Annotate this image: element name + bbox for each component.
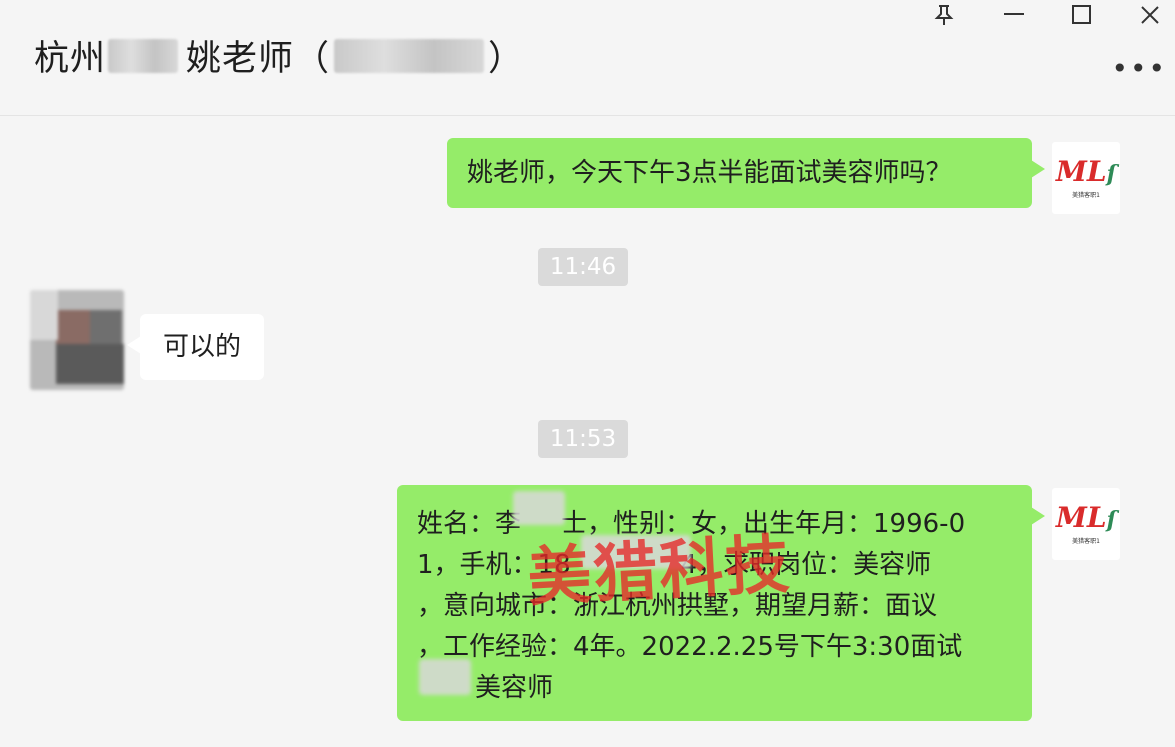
- redacted-text: [419, 659, 471, 695]
- pin-icon[interactable]: [922, 0, 966, 30]
- title-name: 姚老师（: [186, 39, 331, 79]
- logo-icon: MLſ: [1055, 154, 1117, 188]
- more-icon[interactable]: •••: [1111, 52, 1167, 85]
- chat-title: 杭州 姚老师（ ）: [34, 30, 524, 81]
- message-bubble-outgoing[interactable]: 姚老师，今天下午3点半能面试美容师吗？: [447, 138, 1045, 208]
- message-text: 可以的: [162, 331, 241, 362]
- logo-caption: 美猎客职1: [1072, 537, 1100, 545]
- message-bubble-outgoing[interactable]: 姓名：李 士，性别：女，出生年月：1996-0 1，手机：18 4，求职岗位：美容师…: [397, 485, 1045, 721]
- avatar[interactable]: [30, 290, 124, 390]
- message-bubble-incoming[interactable]: 可以的: [127, 314, 264, 380]
- redacted-text: [513, 491, 565, 525]
- chat-header: 杭州 姚老师（ ） •••: [0, 0, 1175, 116]
- avatar[interactable]: MLſ 美猎客职1: [1052, 488, 1120, 560]
- avatar[interactable]: MLſ 美猎客职1: [1052, 142, 1120, 214]
- redacted-text: [108, 38, 179, 73]
- message-line: 姓名：李 士，性别：女，出生年月：1996-0: [417, 509, 966, 539]
- minimize-icon[interactable]: [992, 0, 1036, 30]
- message-line: 1，手机：18 4，求职岗位：美容师: [417, 550, 932, 580]
- maximize-icon[interactable]: [1060, 0, 1104, 30]
- redacted-text: [334, 38, 485, 73]
- title-city: 杭州: [34, 39, 107, 79]
- close-icon[interactable]: [1128, 0, 1172, 30]
- timestamp: 11:46: [538, 248, 628, 286]
- message-line: ，意向城市：浙江杭州拱墅，期望月薪：面议: [417, 591, 938, 621]
- timestamp: 11:53: [538, 420, 628, 458]
- message-text: 姚老师，今天下午3点半能面试美容师吗？: [467, 157, 952, 188]
- logo-icon: MLſ: [1055, 500, 1117, 534]
- redacted-text: [581, 535, 691, 569]
- title-close: ）: [488, 39, 525, 79]
- message-line: 美容师: [475, 673, 554, 703]
- logo-caption: 美猎客职1: [1072, 191, 1100, 199]
- message-line: ，工作经验：4年。2022.2.25号下午3:30面试: [417, 632, 963, 662]
